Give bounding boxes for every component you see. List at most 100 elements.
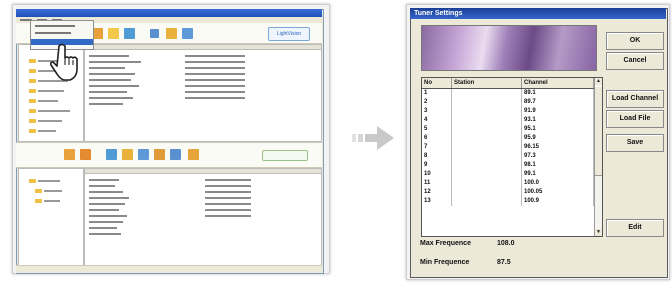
refresh-icon[interactable] [170,149,181,160]
tree-item[interactable] [44,200,60,202]
list-item[interactable] [89,227,117,229]
cell-no[interactable]: 12 [422,188,452,197]
cell-no[interactable]: 2 [422,98,452,107]
tree-item[interactable] [38,90,64,92]
tree-item[interactable] [38,100,58,102]
list-item[interactable] [89,85,139,87]
ok-button[interactable]: OK [606,32,664,50]
cell-station[interactable] [452,152,522,161]
cell-channel[interactable]: 99.1 [522,170,594,179]
list-item[interactable] [89,97,133,99]
cell-channel[interactable]: 95.1 [522,125,594,134]
table-row[interactable]: 9 98.1 [422,161,594,170]
cell-channel[interactable]: 89.7 [522,98,594,107]
cell-station[interactable] [452,89,522,98]
file-list-top[interactable] [84,44,322,142]
table-row[interactable]: 8 97.3 [422,152,594,161]
scroll-down-icon[interactable]: ▼ [595,229,602,236]
tree-item[interactable] [38,110,70,112]
column-header-station[interactable]: Station [452,78,522,88]
cell-channel[interactable]: 96.15 [522,143,594,152]
grid-view-icon[interactable] [150,29,159,38]
cell-no[interactable]: 10 [422,170,452,179]
cell-station[interactable] [452,125,522,134]
table-row[interactable]: 3 91.9 [422,107,594,116]
copy-icon[interactable] [122,149,133,160]
list-item[interactable] [89,103,123,105]
cell-station[interactable] [452,116,522,125]
upload-icon[interactable] [64,149,75,160]
cell-no[interactable]: 6 [422,134,452,143]
cell-channel[interactable]: 100.9 [522,197,594,206]
move-icon[interactable] [182,28,193,39]
download-icon[interactable] [80,149,91,160]
cell-channel[interactable]: 100.0 [522,179,594,188]
list-item[interactable] [89,185,115,187]
list-item[interactable] [89,233,121,235]
cell-channel[interactable]: 98.1 [522,161,594,170]
file-list-header[interactable] [85,169,321,174]
column-header-channel[interactable]: Channel [522,78,594,88]
cell-no[interactable]: 11 [422,179,452,188]
cell-no[interactable]: 8 [422,152,452,161]
list-item[interactable] [89,197,129,199]
cell-station[interactable] [452,188,522,197]
cell-channel[interactable]: 91.9 [522,107,594,116]
cell-station[interactable] [452,170,522,179]
table-row[interactable]: 12 100.05 [422,188,594,197]
scroll-thumb[interactable] [595,86,602,176]
list-item[interactable] [89,79,131,81]
cell-no[interactable]: 9 [422,161,452,170]
cell-channel[interactable]: 97.3 [522,152,594,161]
cell-no[interactable]: 7 [422,143,452,152]
folder-icon[interactable] [106,149,117,160]
properties-icon[interactable] [188,149,199,160]
folder-icon[interactable] [124,28,135,39]
tree-item[interactable] [38,180,60,182]
copy-icon[interactable] [166,28,177,39]
list-item[interactable] [89,215,127,217]
move-icon[interactable] [138,149,149,160]
cell-channel[interactable]: 95.9 [522,134,594,143]
dialog-title-bar[interactable]: Tuner Settings [410,8,666,19]
list-item[interactable] [89,55,129,57]
menu-item[interactable] [35,32,71,34]
sync-icon[interactable] [108,28,119,39]
cell-station[interactable] [452,134,522,143]
scroll-up-icon[interactable]: ▲ [595,78,602,85]
tree-item[interactable] [38,120,62,122]
cell-station[interactable] [452,197,522,206]
cancel-button[interactable]: Cancel [606,52,664,70]
file-list-bottom[interactable] [84,168,322,266]
list-item[interactable] [89,61,141,63]
cell-no[interactable]: 4 [422,116,452,125]
list-item[interactable] [89,203,125,205]
table-row[interactable]: 1 89.1 [422,89,594,98]
channel-table[interactable]: No Station Channel 1 89.1 2 89.7 3 91.9 4 93.1 5… [421,77,603,237]
table-row[interactable]: 6 95.9 [422,134,594,143]
load-channel-button[interactable]: Load Channel [606,90,664,108]
list-item[interactable] [89,179,119,181]
folder-tree-bottom[interactable] [18,168,84,266]
cell-no[interactable]: 3 [422,107,452,116]
table-row[interactable]: 4 93.1 [422,116,594,125]
list-item[interactable] [89,209,119,211]
cell-channel[interactable]: 93.1 [522,116,594,125]
channel-table-scrollbar[interactable]: ▲ ▼ [594,78,602,236]
list-item[interactable] [89,221,123,223]
table-row[interactable]: 5 95.1 [422,125,594,134]
cell-channel[interactable]: 89.1 [522,89,594,98]
edit-button[interactable]: Edit [606,219,664,237]
table-row[interactable]: 11 100.0 [422,179,594,188]
table-row[interactable]: 10 99.1 [422,170,594,179]
cell-channel[interactable]: 100.05 [522,188,594,197]
column-header-no[interactable]: No [422,78,452,88]
list-item[interactable] [89,91,127,93]
table-row[interactable]: 13 100.9 [422,197,594,206]
file-list-header[interactable] [85,45,321,50]
table-row[interactable]: 7 96.15 [422,143,594,152]
table-row[interactable]: 2 89.7 [422,98,594,107]
menu-item[interactable] [35,25,75,27]
cell-station[interactable] [452,107,522,116]
cell-station[interactable] [452,161,522,170]
